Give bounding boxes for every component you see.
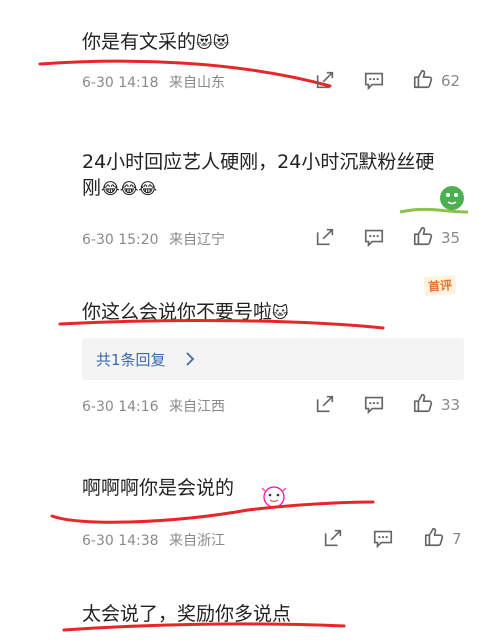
comment-icon[interactable] xyxy=(372,527,394,549)
red-underline xyxy=(58,319,385,330)
first-comment-badge: 首评 xyxy=(423,274,457,297)
thumbs-up-icon xyxy=(424,527,444,547)
comment-time: 14:18 xyxy=(118,75,159,91)
chevron-right-icon xyxy=(184,351,196,371)
thumbs-up-icon xyxy=(413,393,433,413)
thumbs-up-icon xyxy=(413,226,433,246)
like-count: 7 xyxy=(452,530,462,548)
comment-body: 你是有文采的 xyxy=(82,31,197,53)
reply-summary[interactable]: 共1条回复 xyxy=(82,338,464,380)
comment-location: 来自辽宁 xyxy=(169,232,226,248)
comment-location: 来自江西 xyxy=(169,399,226,415)
comment-date: 6-30 xyxy=(82,232,114,248)
share-icon[interactable] xyxy=(314,226,336,248)
like-button[interactable] xyxy=(412,392,434,414)
share-icon[interactable] xyxy=(322,527,344,549)
like-button[interactable] xyxy=(423,526,445,548)
like-count: 62 xyxy=(441,72,461,90)
comment-location: 来自山东 xyxy=(169,75,226,91)
comment-time: 14:16 xyxy=(118,399,159,415)
comment-text-line1: 24小时回应艺人硬刚，24小时沉默粉丝硬 xyxy=(82,151,435,173)
emoji: 😻😻 xyxy=(196,33,230,52)
comment-text: 你是有文采的😻😻 xyxy=(82,28,229,57)
comment-meta: 6-30 14:16 来自江西 xyxy=(82,396,225,416)
comment-time: 14:38 xyxy=(118,533,159,549)
like-button[interactable] xyxy=(412,68,434,90)
comment-icon[interactable] xyxy=(363,69,385,91)
comment-location: 来自浙江 xyxy=(169,533,226,549)
like-count: 35 xyxy=(441,229,461,247)
share-icon[interactable] xyxy=(314,69,336,91)
comment-meta: 6-30 14:18 来自山东 xyxy=(82,72,225,92)
emoji: 😂😂😂 xyxy=(101,179,158,198)
comment-icon[interactable] xyxy=(363,393,385,415)
comment-icon[interactable] xyxy=(363,226,385,248)
comment-meta: 6-30 15:20 来自辽宁 xyxy=(82,229,225,249)
red-underline xyxy=(62,622,346,632)
like-button[interactable] xyxy=(412,225,434,247)
share-icon[interactable] xyxy=(314,393,336,415)
reply-count-link[interactable]: 共1条回复 xyxy=(96,349,166,370)
comment-text-line2: 刚😂😂😂 xyxy=(82,174,157,203)
comment-date: 6-30 xyxy=(82,399,114,415)
comment-body: 刚 xyxy=(82,177,102,199)
comment-meta: 6-30 14:38 来自浙江 xyxy=(82,530,225,550)
thumbs-up-icon xyxy=(413,69,433,89)
like-count: 33 xyxy=(441,396,461,414)
comment-date: 6-30 xyxy=(82,533,114,549)
comment-date: 6-30 xyxy=(82,75,114,91)
sticker-image xyxy=(398,182,470,220)
comment-time: 15:20 xyxy=(118,232,159,248)
